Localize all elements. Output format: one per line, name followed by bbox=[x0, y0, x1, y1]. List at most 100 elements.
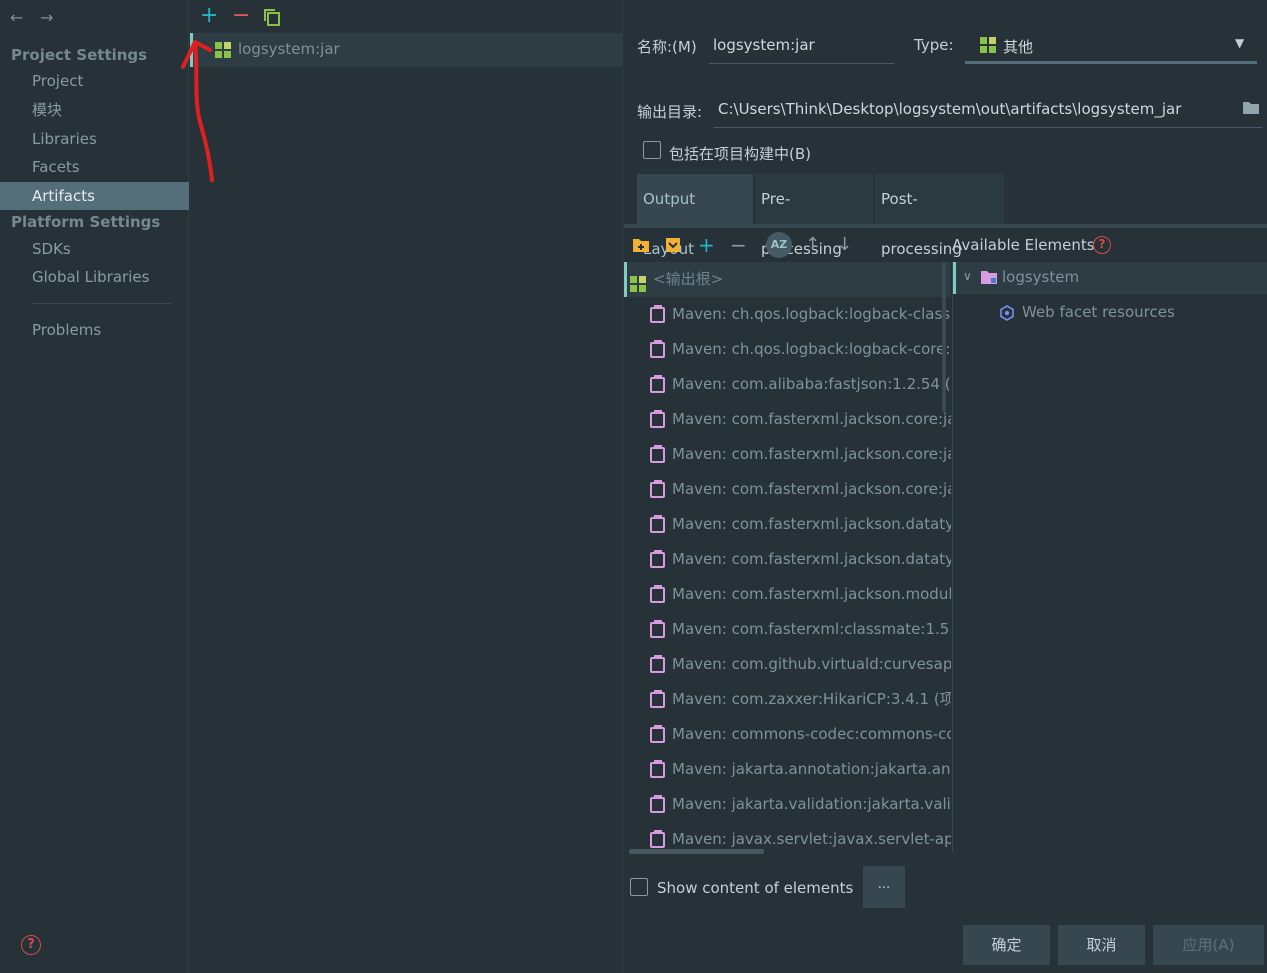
library-jar-icon bbox=[650, 655, 665, 673]
available-root-label: logsystem bbox=[1002, 268, 1080, 286]
layout-item-row[interactable]: Maven: com.zaxxer:HikariCP:3.4.1 (项目 bbox=[624, 682, 951, 717]
library-jar-icon bbox=[650, 340, 665, 358]
layout-item-label: Maven: com.fasterxml.jackson.core:jac bbox=[672, 410, 951, 428]
tab-output-layout[interactable]: Output Layout bbox=[637, 174, 753, 258]
sidebar-item-sdks[interactable]: SDKs bbox=[0, 235, 189, 263]
layout-item-label: Maven: com.fasterxml.jackson.core:jac bbox=[672, 445, 951, 463]
library-jar-icon bbox=[650, 305, 665, 323]
add-artifact-icon[interactable]: + bbox=[200, 3, 218, 28]
sidebar-item-facets[interactable]: Facets bbox=[0, 153, 189, 181]
layout-item-row[interactable]: Maven: com.alibaba:fastjson:1.2.54 (项 bbox=[624, 367, 951, 402]
include-in-build-checkbox[interactable] bbox=[643, 141, 661, 159]
library-jar-icon bbox=[650, 515, 665, 533]
sidebar-item-libraries[interactable]: Libraries bbox=[0, 125, 189, 153]
layout-item-label: Maven: com.github.virtuald:curvesapi: bbox=[672, 655, 951, 673]
layout-item-label: Maven: com.fasterxml.jackson.datatyp bbox=[672, 515, 951, 533]
project-settings-heading: Project Settings bbox=[11, 46, 148, 64]
ok-button[interactable]: 确定 bbox=[963, 925, 1050, 965]
library-jar-icon bbox=[650, 690, 665, 708]
layout-item-row[interactable]: Maven: commons-codec:commons-co bbox=[624, 717, 951, 752]
output-layout-tree: <输出根> Maven: ch.qos.logback:logback-clas… bbox=[624, 262, 951, 852]
back-arrow-icon[interactable]: ← bbox=[10, 8, 23, 27]
available-root-row[interactable]: ∨ logsystem bbox=[953, 262, 1267, 294]
sidebar-item-problems[interactable]: Problems bbox=[0, 316, 189, 344]
output-dir-field[interactable]: C:\Users\Think\Desktop\logsystem\out\art… bbox=[714, 94, 1262, 128]
show-content-label: Show content of elements bbox=[657, 879, 854, 897]
sidebar-item-modules[interactable]: 模块 bbox=[0, 96, 189, 124]
remove-element-icon[interactable]: − bbox=[730, 233, 747, 257]
module-folder-icon bbox=[980, 270, 998, 289]
show-content-checkbox[interactable] bbox=[630, 878, 648, 896]
sidebar-item-artifacts[interactable]: Artifacts bbox=[0, 182, 189, 210]
ellipsis-button[interactable]: ... bbox=[863, 866, 905, 908]
layout-item-label: Maven: jakarta.annotation:jakarta.anno bbox=[672, 760, 951, 778]
layout-item-row[interactable]: Maven: com.fasterxml.jackson.core:jac bbox=[624, 472, 951, 507]
sidebar-divider bbox=[32, 303, 172, 304]
layout-vertical-scrollbar[interactable] bbox=[942, 262, 946, 412]
name-field[interactable]: logsystem:jar bbox=[709, 30, 894, 64]
sort-az-icon[interactable]: AZ bbox=[766, 232, 792, 258]
layout-item-row[interactable]: Maven: jakarta.annotation:jakarta.anno bbox=[624, 752, 951, 787]
layout-item-label: Maven: jakarta.validation:jakarta.valida bbox=[672, 795, 951, 813]
tab-pre-processing[interactable]: Pre-processing bbox=[755, 174, 873, 258]
move-up-icon[interactable]: ↑ bbox=[805, 234, 820, 255]
library-jar-icon bbox=[650, 585, 665, 603]
library-jar-icon bbox=[650, 410, 665, 428]
output-root-label: <输出根> bbox=[653, 270, 724, 288]
sidebar-item-global-libraries[interactable]: Global Libraries bbox=[0, 263, 189, 291]
add-element-icon[interactable]: + bbox=[698, 233, 715, 257]
layout-item-row[interactable]: Maven: jakarta.validation:jakarta.valida bbox=[624, 787, 951, 822]
help-icon[interactable]: ? bbox=[21, 935, 41, 955]
cancel-button[interactable]: 取消 bbox=[1058, 925, 1145, 965]
layout-item-label: Maven: javax.servlet:javax.servlet-api:3 bbox=[672, 830, 951, 848]
sidebar-item-project[interactable]: Project bbox=[0, 67, 189, 95]
layout-item-row[interactable]: Maven: com.fasterxml.jackson.datatyp bbox=[624, 542, 951, 577]
layout-item-label: Maven: com.fasterxml.jackson.datatyp bbox=[672, 550, 951, 568]
available-elements-label: Available Elements bbox=[952, 236, 1095, 254]
library-jar-icon bbox=[650, 725, 665, 743]
new-folder-icon[interactable] bbox=[632, 237, 650, 258]
output-root-icon bbox=[630, 270, 646, 297]
chevron-down-icon: ▼ bbox=[1235, 36, 1245, 50]
layout-item-row[interactable]: Maven: ch.qos.logback:logback-core:1 bbox=[624, 332, 951, 367]
type-label: Type: bbox=[914, 36, 954, 54]
layout-item-label: Maven: com.alibaba:fastjson:1.2.54 (项 bbox=[672, 375, 951, 393]
layout-item-row[interactable]: Maven: com.fasterxml.jackson.core:jac bbox=[624, 402, 951, 437]
forward-arrow-icon[interactable]: → bbox=[40, 8, 53, 27]
apply-button[interactable]: 应用(A) bbox=[1153, 925, 1264, 965]
artifacts-panel: + − logsystem:jar bbox=[181, 0, 623, 973]
web-facet-label: Web facet resources bbox=[1022, 303, 1175, 321]
layout-item-row[interactable]: Maven: com.fasterxml:classmate:1.5.1 bbox=[624, 612, 951, 647]
available-elements-tree: ∨ logsystem Web facet resources bbox=[952, 262, 1267, 852]
layout-item-label: Maven: com.fasterxml.jackson.module bbox=[672, 585, 951, 603]
library-jar-icon bbox=[650, 375, 665, 393]
artifact-detail-panel: 名称:(M) logsystem:jar Type: 其他 ▼ 输出目录: C:… bbox=[624, 0, 1267, 973]
name-label: 名称:(M) bbox=[637, 38, 697, 56]
copy-artifact-icon[interactable] bbox=[263, 8, 281, 31]
layout-item-row[interactable]: Maven: ch.qos.logback:logback-classic bbox=[624, 297, 951, 332]
available-help-icon[interactable]: ? bbox=[1093, 236, 1111, 254]
layout-item-row[interactable]: Maven: com.fasterxml.jackson.module bbox=[624, 577, 951, 612]
output-root-row[interactable]: <输出根> bbox=[624, 262, 951, 297]
layout-item-row[interactable]: Maven: com.fasterxml.jackson.datatyp bbox=[624, 507, 951, 542]
tab-post-processing[interactable]: Post-processing bbox=[875, 174, 1004, 258]
layout-item-row[interactable]: Maven: com.github.virtuald:curvesapi: bbox=[624, 647, 951, 682]
available-item-web-facet[interactable]: Web facet resources bbox=[997, 302, 1257, 324]
annotation-arrow-icon bbox=[181, 40, 214, 182]
layout-horizontal-scrollbar[interactable] bbox=[629, 849, 764, 854]
layout-item-row[interactable]: Maven: javax.servlet:javax.servlet-api:3 bbox=[624, 822, 951, 852]
library-jar-icon bbox=[650, 550, 665, 568]
layout-item-row[interactable]: Maven: com.fasterxml.jackson.core:jac bbox=[624, 437, 951, 472]
artifact-name: logsystem:jar bbox=[238, 40, 340, 58]
type-select[interactable]: 其他 ▼ bbox=[965, 30, 1257, 64]
move-down-icon[interactable]: ↓ bbox=[837, 234, 852, 255]
remove-artifact-icon[interactable]: − bbox=[232, 3, 250, 28]
library-jar-icon bbox=[650, 620, 665, 638]
layout-item-label: Maven: com.fasterxml.jackson.core:jac bbox=[672, 480, 951, 498]
layout-item-label: Maven: com.zaxxer:HikariCP:3.4.1 (项目 bbox=[672, 690, 951, 708]
artifact-item[interactable]: logsystem:jar bbox=[190, 33, 623, 67]
library-jar-icon bbox=[650, 795, 665, 813]
chevron-expand-icon[interactable]: ∨ bbox=[963, 269, 972, 283]
new-archive-icon[interactable] bbox=[665, 237, 681, 258]
folder-browse-icon[interactable] bbox=[1242, 100, 1260, 119]
